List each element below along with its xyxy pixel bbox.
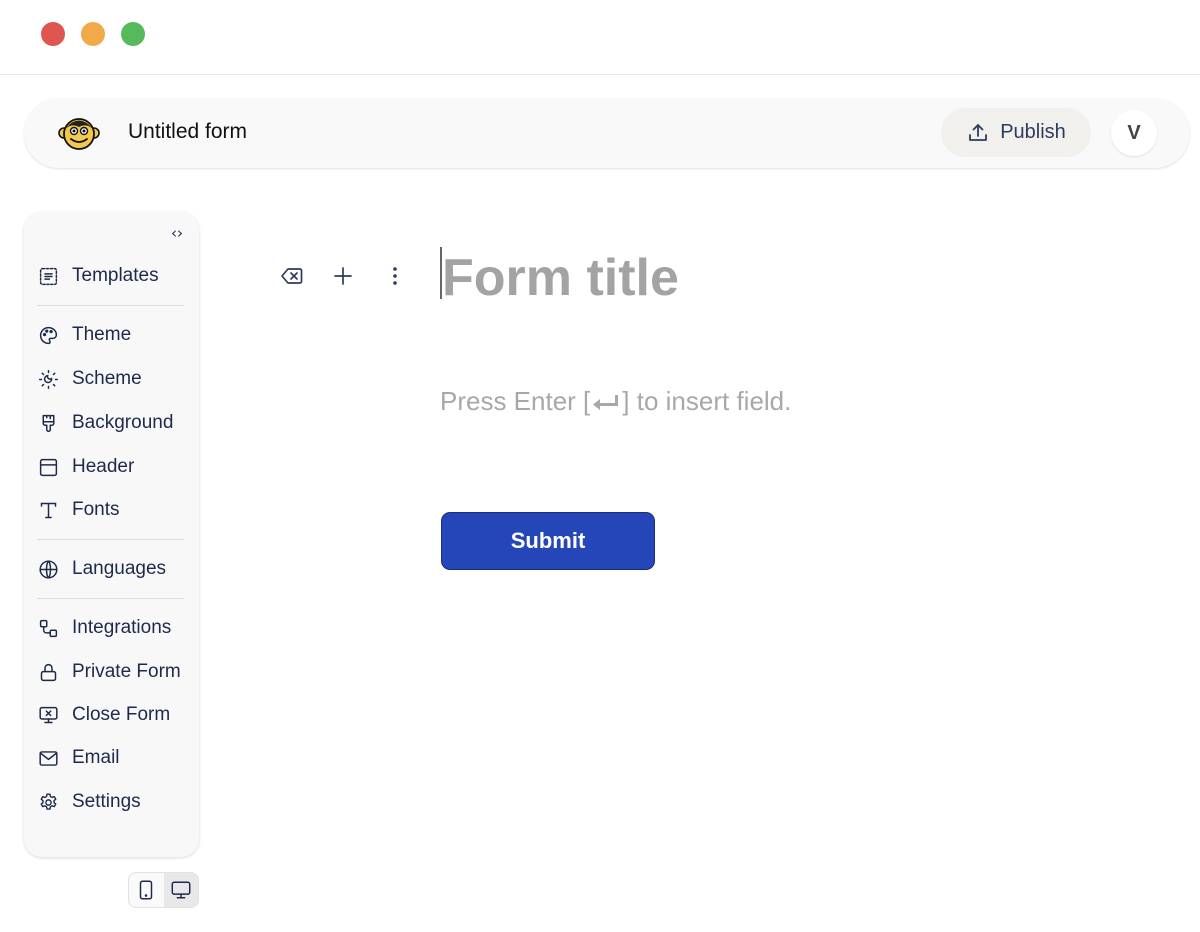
sidebar-item-settings[interactable]: Settings [38, 789, 141, 815]
sidebar-item-private-form[interactable]: Private Form [38, 659, 181, 685]
mobile-preview-button[interactable] [129, 873, 164, 907]
publish-label: Publish [1000, 121, 1066, 143]
lock-icon [40, 663, 57, 681]
app-header: Untitled form Publish V [24, 98, 1190, 168]
sidebar-item-label: Languages [72, 558, 167, 579]
sidebar-item-label: Scheme [72, 368, 142, 389]
mail-icon [39, 750, 58, 766]
code-toggle-icon[interactable]: ‹› [171, 224, 183, 242]
monkey-logo-icon[interactable] [58, 112, 100, 154]
plus-icon [334, 267, 352, 285]
sidebar-item-label: Settings [72, 791, 141, 812]
sidebar-item-label: Theme [72, 324, 132, 345]
submit-button[interactable]: Submit [441, 512, 655, 570]
templates-icon [39, 267, 58, 285]
sidebar-item-languages[interactable]: Languages [38, 556, 166, 582]
sidebar-item-close-form[interactable]: Close Form [38, 702, 170, 728]
sun-moon-icon [39, 369, 58, 389]
sidebar-item-label: Integrations [72, 617, 172, 638]
window-maximize-button[interactable] [121, 22, 145, 46]
sidebar-item-label: Fonts [72, 499, 120, 520]
workflow-icon [39, 619, 58, 637]
window-minimize-button[interactable] [81, 22, 105, 46]
panel-top-icon [39, 458, 58, 476]
sidebar-item-email[interactable]: Email [38, 745, 120, 771]
sidebar-item-theme[interactable]: Theme [38, 322, 131, 348]
sidebar-item-integrations[interactable]: Integrations [38, 615, 171, 641]
sidebar-item-fonts[interactable]: Fonts [38, 497, 120, 523]
sidebar-item-label: Email [72, 747, 120, 768]
desktop-preview-button[interactable] [163, 873, 198, 907]
publish-button[interactable]: Publish [941, 108, 1091, 157]
type-icon [40, 502, 57, 518]
window-titlebar [0, 0, 1200, 75]
user-avatar[interactable]: V [1111, 110, 1157, 156]
sidebar-item-header[interactable]: Header [38, 454, 134, 480]
sidebar-divider [37, 539, 184, 540]
monitor-x-icon [39, 706, 58, 723]
add-block-button[interactable] [329, 262, 357, 290]
insert-field-hint: Press Enter [ ] to insert field. [440, 386, 791, 417]
sidebar-item-label: Header [72, 456, 135, 477]
sidebar-item-background[interactable]: Background [38, 410, 173, 436]
more-vertical-icon [393, 267, 397, 285]
delete-block-button[interactable] [278, 262, 306, 290]
sidebar-item-scheme[interactable]: Scheme [38, 366, 142, 392]
upload-icon [969, 123, 988, 141]
sidebar-item-label: Background [72, 412, 174, 433]
sidebar-item-label: Private Form [72, 661, 181, 682]
form-name[interactable]: Untitled form [128, 120, 247, 144]
more-options-button[interactable] [381, 262, 409, 290]
hint-text-before: Press Enter [ [440, 386, 591, 416]
device-preview-toggle [128, 872, 199, 908]
enter-key-icon [593, 394, 619, 410]
gear-icon [40, 792, 57, 810]
backspace-icon [281, 268, 303, 284]
paintbrush-icon [42, 414, 55, 432]
sidebar-item-label: Templates [72, 265, 159, 286]
sidebar-divider [37, 598, 184, 599]
form-title-input[interactable]: Form title [442, 248, 679, 308]
palette-icon [39, 326, 58, 344]
desktop-icon [171, 881, 191, 899]
sidebar-item-label: Close Form [72, 704, 171, 725]
sidebar-item-templates[interactable]: Templates [38, 263, 159, 289]
settings-sidebar: ‹› Templates Theme Scheme Background Hea… [24, 212, 199, 857]
hint-text-after: ] to insert field. [622, 386, 792, 416]
sidebar-divider [37, 305, 184, 306]
window-close-button[interactable] [41, 22, 65, 46]
globe-icon [39, 559, 58, 579]
mobile-icon [140, 880, 153, 900]
